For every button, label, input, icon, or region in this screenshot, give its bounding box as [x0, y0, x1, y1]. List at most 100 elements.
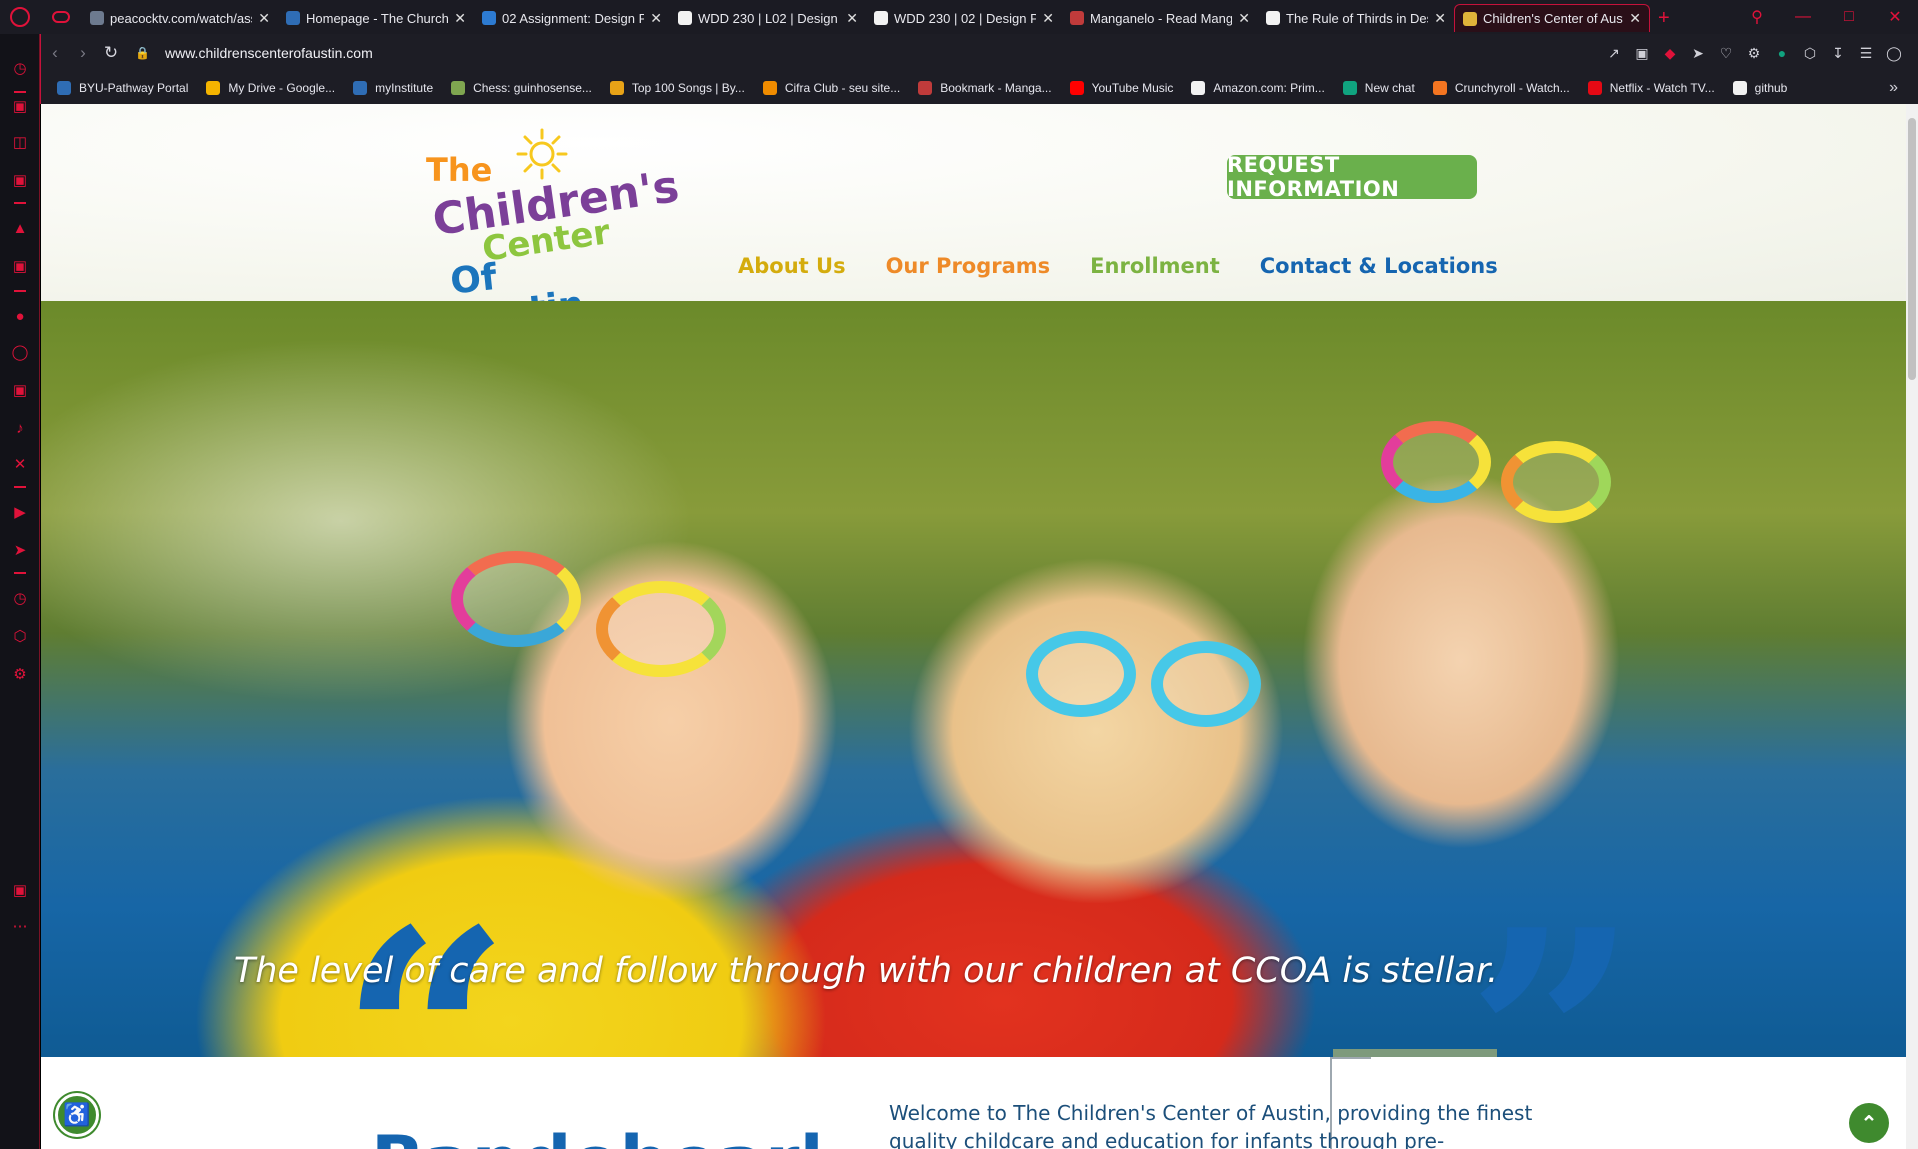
whatsapp-icon[interactable]: ◯: [10, 342, 30, 362]
slider-indicator[interactable]: [1333, 1049, 1497, 1057]
tab-close-icon[interactable]: ✕: [1042, 10, 1054, 27]
goggle-lens: [1026, 631, 1136, 717]
browser-tab[interactable]: Homepage - The Church of ✕: [278, 4, 474, 32]
tiktok-icon[interactable]: ♪: [10, 418, 30, 438]
goggle-lens: [596, 581, 726, 677]
nav-link[interactable]: Contact & Locations: [1260, 254, 1498, 278]
bookmark-heart-icon[interactable]: ♡: [1712, 45, 1740, 62]
bookmark-item[interactable]: New chat: [1342, 81, 1415, 95]
extensions-cube-icon[interactable]: ⬡: [1796, 45, 1824, 62]
maximize-icon[interactable]: □: [1826, 8, 1872, 26]
tab-favicon-icon: [90, 11, 104, 25]
bookmark-item[interactable]: Amazon.com: Prim...: [1191, 81, 1325, 95]
bookmark-label: Crunchyroll - Watch...: [1454, 81, 1570, 95]
gx-control-icon[interactable]: [52, 11, 70, 23]
tab-close-icon[interactable]: ✕: [1238, 10, 1250, 27]
adblock-shield-icon[interactable]: ◆: [1656, 45, 1684, 62]
sidebar-divider: [14, 202, 26, 204]
bookmark-item[interactable]: YouTube Music: [1069, 81, 1173, 95]
bookmark-favicon-icon: [353, 81, 368, 95]
settings-gear-icon[interactable]: ⚙: [10, 664, 30, 684]
hero-banner: “ ” The level of care and follow through…: [41, 301, 1906, 1057]
bookmark-item[interactable]: Bookmark - Manga...: [918, 81, 1052, 95]
download-icon[interactable]: ↧: [1824, 45, 1852, 62]
share-icon[interactable]: ↗: [1600, 45, 1628, 62]
back-icon[interactable]: ‹: [41, 43, 69, 63]
profile-icon[interactable]: ◯: [1880, 45, 1908, 62]
speed-dial-icon[interactable]: ◷: [10, 58, 30, 78]
twitch-icon[interactable]: ◫: [10, 132, 30, 152]
tab-favicon-icon: [678, 11, 692, 25]
tab-favicon-icon: [1070, 11, 1084, 25]
bookmark-item[interactable]: github: [1732, 81, 1788, 95]
tab-close-icon[interactable]: ✕: [1629, 10, 1641, 27]
nav-link[interactable]: About Us: [738, 254, 846, 278]
easy-setup-icon[interactable]: ☰: [1852, 45, 1880, 62]
bookmark-label: BYU-Pathway Portal: [79, 81, 189, 95]
tab-close-icon[interactable]: ✕: [454, 10, 466, 27]
browser-tab[interactable]: WDD 230 | L02 | Design Pri ✕: [670, 4, 866, 32]
gx-corner-icon[interactable]: ▲: [10, 218, 30, 238]
accessibility-icon[interactable]: ♿: [55, 1093, 99, 1137]
browser-tab[interactable]: Children's Center of Austin ✕: [1454, 4, 1650, 32]
nav-link[interactable]: Our Programs: [886, 254, 1051, 278]
send-icon[interactable]: ➤: [10, 540, 30, 560]
browser-tab[interactable]: WDD 230 | 02 | Design Prin ✕: [866, 4, 1062, 32]
forward-icon[interactable]: ›: [69, 43, 97, 63]
more-bookmarks-icon[interactable]: »: [1889, 79, 1898, 97]
bookmark-label: New chat: [1364, 81, 1415, 95]
bookmark-item[interactable]: Netflix - Watch TV...: [1587, 81, 1715, 95]
tab-close-icon[interactable]: ✕: [258, 10, 270, 27]
gallery-icon[interactable]: ▣: [10, 880, 30, 900]
browser-tab[interactable]: The Rule of Thirds in Desig ✕: [1258, 4, 1454, 32]
shopping-bag-icon[interactable]: ▣: [10, 96, 30, 116]
bookmark-item[interactable]: Top 100 Songs | By...: [609, 81, 745, 95]
search-tabs-icon[interactable]: ⚲: [1734, 7, 1780, 27]
nav-link[interactable]: Enrollment: [1090, 254, 1220, 278]
browser-tab[interactable]: 02 Assignment: Design Prin ✕: [474, 4, 670, 32]
history-icon[interactable]: ◷: [10, 588, 30, 608]
send-page-icon[interactable]: ➤: [1684, 45, 1712, 62]
tab-close-icon[interactable]: ✕: [846, 10, 858, 27]
tab-strip: peacocktv.com/watch/asset ✕ Homepage - The…: [0, 0, 1918, 34]
section-heading: Bandoboarl: [371, 1127, 824, 1149]
tab-label: WDD 230 | L02 | Design Pri: [698, 10, 840, 26]
reload-icon[interactable]: ↻: [97, 43, 125, 63]
goggle-lens: [451, 551, 581, 647]
player-icon[interactable]: ▣: [10, 170, 30, 190]
browser-tab[interactable]: peacocktv.com/watch/asset ✕: [82, 4, 278, 32]
tab-label: peacocktv.com/watch/asset: [110, 10, 253, 26]
url-field[interactable]: www.childrenscenterofaustin.com: [165, 45, 373, 61]
extension-a-icon[interactable]: ●: [1768, 45, 1796, 61]
tab-close-icon[interactable]: ✕: [650, 10, 662, 27]
bookmark-item[interactable]: Cifra Club - seu site...: [762, 81, 900, 95]
bookmark-item[interactable]: myInstitute: [353, 81, 433, 95]
messenger-icon[interactable]: ●: [10, 306, 30, 326]
snapshot-icon[interactable]: ▣: [1628, 45, 1656, 62]
extensions-icon[interactable]: ⬡: [10, 626, 30, 646]
bookmark-label: github: [1754, 81, 1788, 95]
close-window-icon[interactable]: ✕: [1872, 7, 1918, 27]
lock-icon[interactable]: 🔒: [135, 46, 150, 60]
bookmark-item[interactable]: Chess: guinhosense...: [451, 81, 592, 95]
scrollbar-thumb[interactable]: [1908, 118, 1916, 380]
goggle-lens: [1501, 441, 1611, 523]
scroll-to-top-button[interactable]: ⌃: [1849, 1103, 1889, 1143]
extension-settings-icon[interactable]: ⚙: [1740, 45, 1768, 62]
site-logo[interactable]: The Children's Center Of Austin: [426, 118, 682, 338]
minimize-icon[interactable]: —: [1780, 8, 1826, 26]
more-options-icon[interactable]: ⋯: [10, 916, 30, 936]
music-player-icon[interactable]: ▶: [10, 502, 30, 522]
instagram-icon[interactable]: ▣: [10, 380, 30, 400]
bookmark-item[interactable]: My Drive - Google...: [206, 81, 335, 95]
new-tab-button[interactable]: +: [1658, 4, 1670, 34]
bookmark-item[interactable]: Crunchyroll - Watch...: [1432, 81, 1570, 95]
bookmark-item[interactable]: BYU-Pathway Portal: [57, 81, 188, 95]
x-twitter-icon[interactable]: ✕: [10, 454, 30, 474]
tab-close-icon[interactable]: ✕: [1434, 10, 1446, 27]
browser-tab[interactable]: Manganelo - Read Manga ✕: [1062, 4, 1258, 32]
gx-store-icon[interactable]: ▣: [10, 256, 30, 276]
page-scrollbar[interactable]: [1906, 104, 1918, 1149]
request-information-button[interactable]: REQUEST INFORMATION: [1227, 153, 1477, 201]
opera-logo-icon[interactable]: [10, 7, 30, 27]
